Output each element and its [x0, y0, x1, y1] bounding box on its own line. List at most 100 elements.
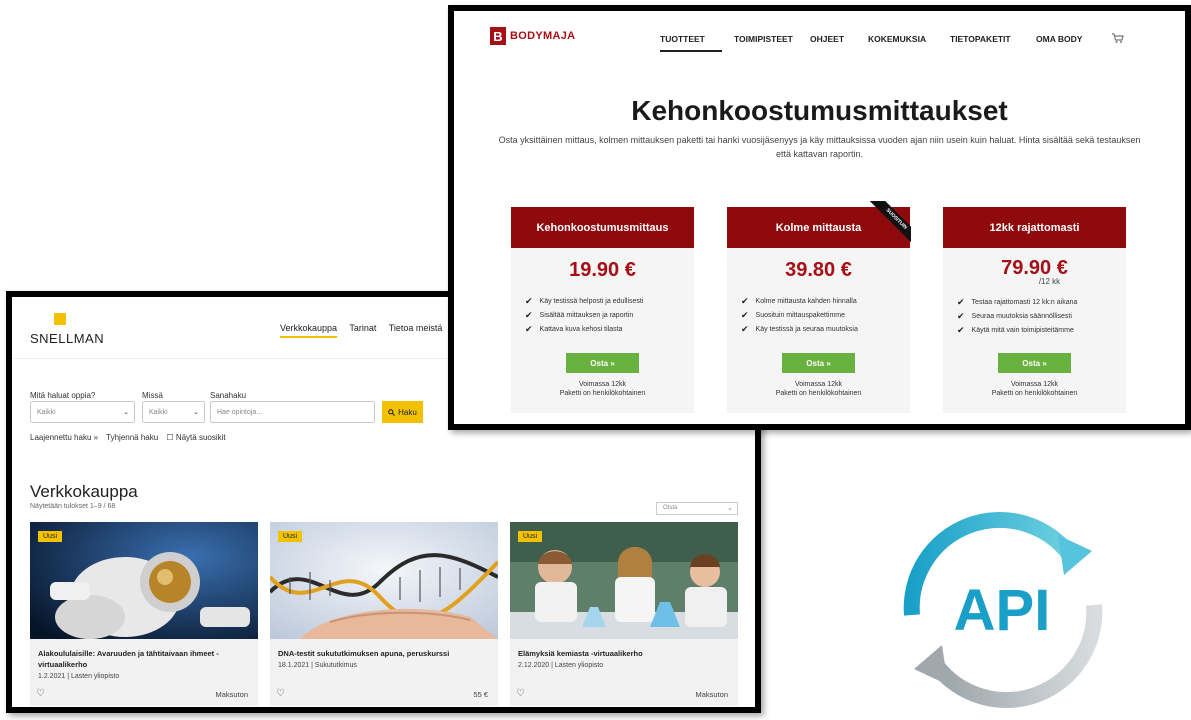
feature-item: ✔ Käy testissä ja seuraa muutoksia — [741, 322, 858, 336]
check-icon: ✔ — [525, 295, 533, 306]
card-meta: 18.1.2021 | Sukututkimus — [278, 662, 357, 669]
plan-features: ✔ Kolme mittausta kahden hinnalla ✔ Suosit… — [741, 294, 858, 336]
ribbon-text: SUOSITUIN — [867, 201, 911, 245]
chemistry-kids-image — [510, 522, 738, 639]
check-icon: ✔ — [741, 295, 749, 306]
what-select[interactable]: Kaikki ⌄ — [30, 401, 135, 423]
results-count: Näytetään tulokset 1–9 / 68 — [30, 503, 116, 510]
feature-item: ✔ Käytä mitä vain toimipisteitämme — [957, 323, 1077, 337]
buy-button[interactable]: Osta » — [998, 353, 1071, 373]
check-icon: ✔ — [957, 324, 965, 335]
bodymaja-logo-mark: B — [490, 27, 506, 45]
chevron-down-icon: ⌄ — [727, 505, 733, 512]
card-price: 55 € — [473, 690, 488, 699]
nav-tietopaketit[interactable]: TIETOPAKETIT — [950, 34, 1011, 44]
nav-ohjeet[interactable]: OHJEET — [810, 34, 844, 44]
feature-item: ✔ Kattava kuva kehosi tilasta — [525, 322, 643, 336]
advanced-search-link[interactable]: Laajennettu haku » — [30, 433, 98, 442]
plan-features: ✔ Käy testissä helposti ja edullisesti ✔ S… — [525, 294, 643, 336]
check-icon: ✔ — [525, 309, 533, 320]
buy-button[interactable]: Osta » — [566, 353, 639, 373]
chevron-down-icon: ⌄ — [193, 409, 199, 416]
card-title[interactable]: DNA-testit sukututkimuksen apuna, perusk… — [278, 648, 490, 659]
new-badge: Uusi — [38, 531, 63, 542]
plan-name: Kehonkoostumusmittaus — [511, 207, 694, 248]
feature-text: Käytä mitä vain toimipisteitämme — [971, 326, 1074, 334]
snellman-logo-text: SNELLMAN — [30, 331, 105, 346]
validity-period: Voimassa 12kk — [578, 381, 627, 388]
search-icon — [388, 408, 396, 416]
card-title[interactable]: Elämyksiä kemiasta -virtuaalikerho — [518, 648, 730, 659]
card-title[interactable]: Alakoululaisille: Avaruuden ja tähtitaiv… — [38, 648, 250, 670]
astronaut-image — [30, 522, 258, 639]
nav-active-underline — [660, 50, 722, 52]
feature-item: ✔ Seuraa muutoksia säännöllisesti — [957, 309, 1077, 323]
card-price: Maksuton — [215, 690, 248, 699]
keyword-label: Sanahaku — [210, 391, 247, 400]
search-button[interactable]: Haku — [382, 401, 423, 423]
check-icon: ✔ — [741, 323, 749, 334]
feature-text: Kattava kuva kehosi tilasta — [539, 325, 623, 333]
where-select[interactable]: Kaikki ⌄ — [142, 401, 205, 423]
what-label: Mitä haluat oppia? — [30, 391, 96, 400]
feature-text: Seuraa muutoksia säännöllisesti — [971, 312, 1072, 320]
show-favorites-checkbox[interactable]: ☐ Näytä suosikit — [166, 433, 231, 442]
feature-text: Kolme mittausta kahden hinnalla — [755, 297, 857, 305]
bodymaja-logo-text: BODYMAJA — [510, 30, 576, 42]
sort-value: Otsta — [663, 505, 678, 511]
nav-tietoa-meista[interactable]: Tietoa meistä — [389, 323, 443, 333]
popular-ribbon: SUOSITUIN — [867, 201, 911, 245]
plan-features: ✔ Testaa rajattomasti 12 kk:n aikana ✔ Seu… — [957, 295, 1077, 337]
sort-select[interactable]: Otsta ⌄ — [656, 502, 738, 515]
check-icon: ✔ — [957, 296, 965, 307]
chevron-down-icon: ⌄ — [123, 409, 129, 416]
api-cycle-logo: API — [894, 505, 1112, 715]
nav-oma-body[interactable]: OMA BODY — [1036, 34, 1082, 44]
snellman-logo-mark-icon — [54, 313, 66, 325]
search-button-label: Haku — [398, 407, 417, 417]
page-title: Verkkokauppa — [30, 482, 138, 501]
feature-text: Käy testissä ja seuraa muutoksia — [755, 325, 858, 333]
validity-note: Paketti on henkilökohtainen — [559, 390, 646, 397]
card-meta: 2.12.2020 | Lasten yliopisto — [518, 662, 604, 669]
validity-note: Paketti on henkilökohtainen — [775, 390, 862, 397]
validity-note: Paketti on henkilökohtainen — [991, 390, 1078, 397]
feature-item: ✔ Testaa rajattomasti 12 kk:n aikana — [957, 295, 1077, 309]
nav-verkkokauppa[interactable]: Verkkokauppa — [280, 323, 338, 338]
snellman-logo[interactable]: SNELLMAN — [30, 313, 104, 349]
plan-validity: Voimassa 12kk Paketti on henkilökohtainen — [511, 380, 694, 398]
heart-icon[interactable]: ♡ — [516, 688, 525, 699]
nav-kokemuksia[interactable]: KOKEMUKSIA — [868, 34, 926, 44]
nav-tuotteet[interactable]: TUOTTEET — [660, 34, 705, 44]
show-favorites-label: Näytä suosikit — [175, 433, 226, 442]
product-card[interactable]: Uusi Alakoululaisille: Avaruuden ja täht… — [30, 522, 258, 706]
validity-period: Voimassa 12kk — [1010, 381, 1059, 388]
bodymaja-logo[interactable]: B BODYMAJA — [490, 27, 575, 45]
check-icon: ✔ — [957, 310, 965, 321]
pricing-plan: 12kk rajattomasti 79.90 € /12 kk ✔ Testaa… — [943, 207, 1126, 413]
pricing-plan: Kehonkoostumusmittaus 19.90 € ✔ Käy testi… — [511, 207, 694, 413]
page-intro: Osta yksittäinen mittaus, kolmen mittauk… — [498, 135, 1141, 159]
search-links: Laajennettu haku » Tyhjennä haku ☐ Näytä… — [30, 433, 238, 442]
feature-text: Suosituin mittauspakettimme — [755, 311, 846, 319]
product-card[interactable]: Uusi Elämyksiä kemiasta -virtuaalikerho … — [510, 522, 738, 706]
nav-toimipisteet[interactable]: TOIMIPISTEET — [734, 34, 793, 44]
new-badge: Uusi — [278, 531, 303, 542]
product-card[interactable]: Uusi DNA-testit sukututkimuksen apuna, p… — [270, 522, 498, 706]
feature-item: ✔ Kolme mittausta kahden hinnalla — [741, 294, 858, 308]
validity-period: Voimassa 12kk — [794, 381, 843, 388]
clear-search-link[interactable]: Tyhjennä haku — [106, 433, 158, 442]
bodymaja-window: B BODYMAJA TUOTTEET TOIMIPISTEET OHJEET … — [448, 5, 1191, 430]
feature-item: ✔ Suosituin mittauspakettimme — [741, 308, 858, 322]
plan-validity: Voimassa 12kk Paketti on henkilökohtainen — [727, 380, 910, 398]
heart-icon[interactable]: ♡ — [36, 688, 45, 699]
plan-price: 19.90 € — [569, 259, 636, 281]
feature-text: Testaa rajattomasti 12 kk:n aikana — [971, 298, 1078, 306]
heart-icon[interactable]: ♡ — [276, 688, 285, 699]
buy-button[interactable]: Osta » — [782, 353, 855, 373]
new-badge: Uusi — [518, 531, 543, 542]
nav-tarinat[interactable]: Tarinat — [349, 323, 376, 333]
plan-validity: Voimassa 12kk Paketti on henkilökohtainen — [943, 380, 1126, 398]
cart-icon[interactable] — [1112, 33, 1124, 45]
keyword-input[interactable]: Hae opintoja... — [210, 401, 375, 423]
